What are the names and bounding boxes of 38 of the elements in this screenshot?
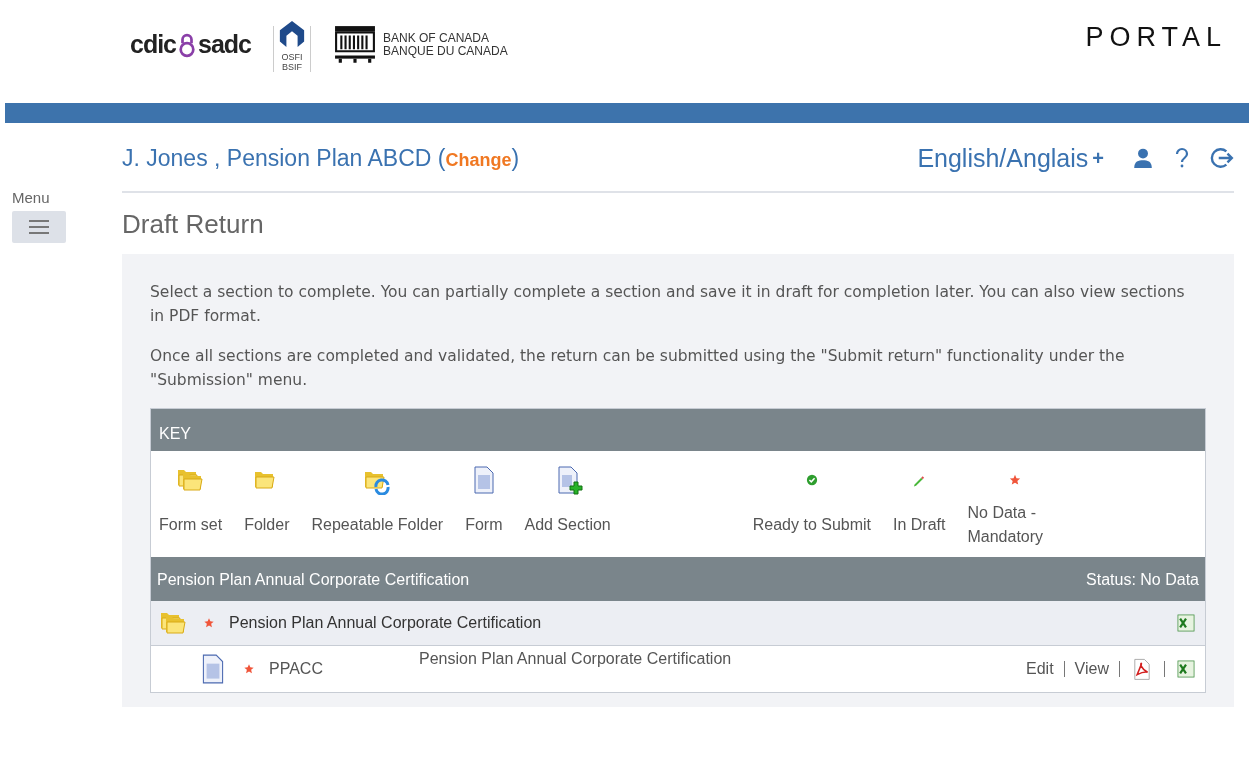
section-status: Status: No Data [1086,571,1199,589]
menu-icon [29,220,49,234]
key-label: Ready to Submit [752,515,871,535]
bank-building-icon [333,23,377,66]
section-title: Pension Plan Annual Corporate Certification [157,571,470,589]
spreadsheet-icon[interactable] [1175,612,1197,634]
action-link[interactable]: Edit [1026,660,1054,678]
tree-row[interactable]: PPACC Pension Plan Annual Corporate Certification Edit View [151,646,1205,692]
spreadsheet-icon[interactable] [1175,658,1197,680]
padlock-icon [178,31,197,58]
key-title: KEY [159,425,191,442]
menu-label: Menu [12,189,50,206]
osfi-emblem-icon [278,19,306,48]
key-label: In Draft [893,515,946,535]
form-description: Pension Plan Annual Corporate Certification [419,650,732,668]
user-icon[interactable] [1132,147,1154,169]
key-label: Folder [244,515,290,535]
cdic-logo: cdic sadc [130,30,251,59]
tree-row[interactable]: Pension Plan Annual Corporate Certification [151,601,1205,646]
user-context: J. Jones , Pension Plan ABCD (Change) [122,144,520,172]
page-title: Draft Return [122,209,265,240]
form-code: PPACC [269,660,324,678]
action-link[interactable]: View [1074,660,1109,678]
portal-title: PORTAL [1085,22,1227,53]
menu-button[interactable] [12,211,66,243]
key-label: Form [465,515,503,535]
key-label: No Data - Mandatory [967,503,1045,547]
osfi-logo: OSFI BSIF [273,25,311,72]
key-label: Form set [159,515,223,535]
instruction-text: Once all sections are completed and validated, the return can be submitted using the "Submit return" functionality under the "Submission" menu. [150,346,1126,391]
key-label: Repeatable Folder [311,515,444,535]
language-link[interactable]: English/Anglais [917,143,1089,173]
bank-logo: BANK OF CANADA BANQUE DU CANADA [333,23,508,66]
row-title: Pension Plan Annual Corporate Certification [229,614,542,632]
language-plus[interactable]: + [1092,146,1104,170]
instruction-text: Select a section to complete. You can partially complete a section and save it in draft for completion later. You can also view sections in PDF format. [150,282,1186,327]
logout-icon[interactable] [1210,146,1234,170]
key-label: Add Section [524,515,611,535]
